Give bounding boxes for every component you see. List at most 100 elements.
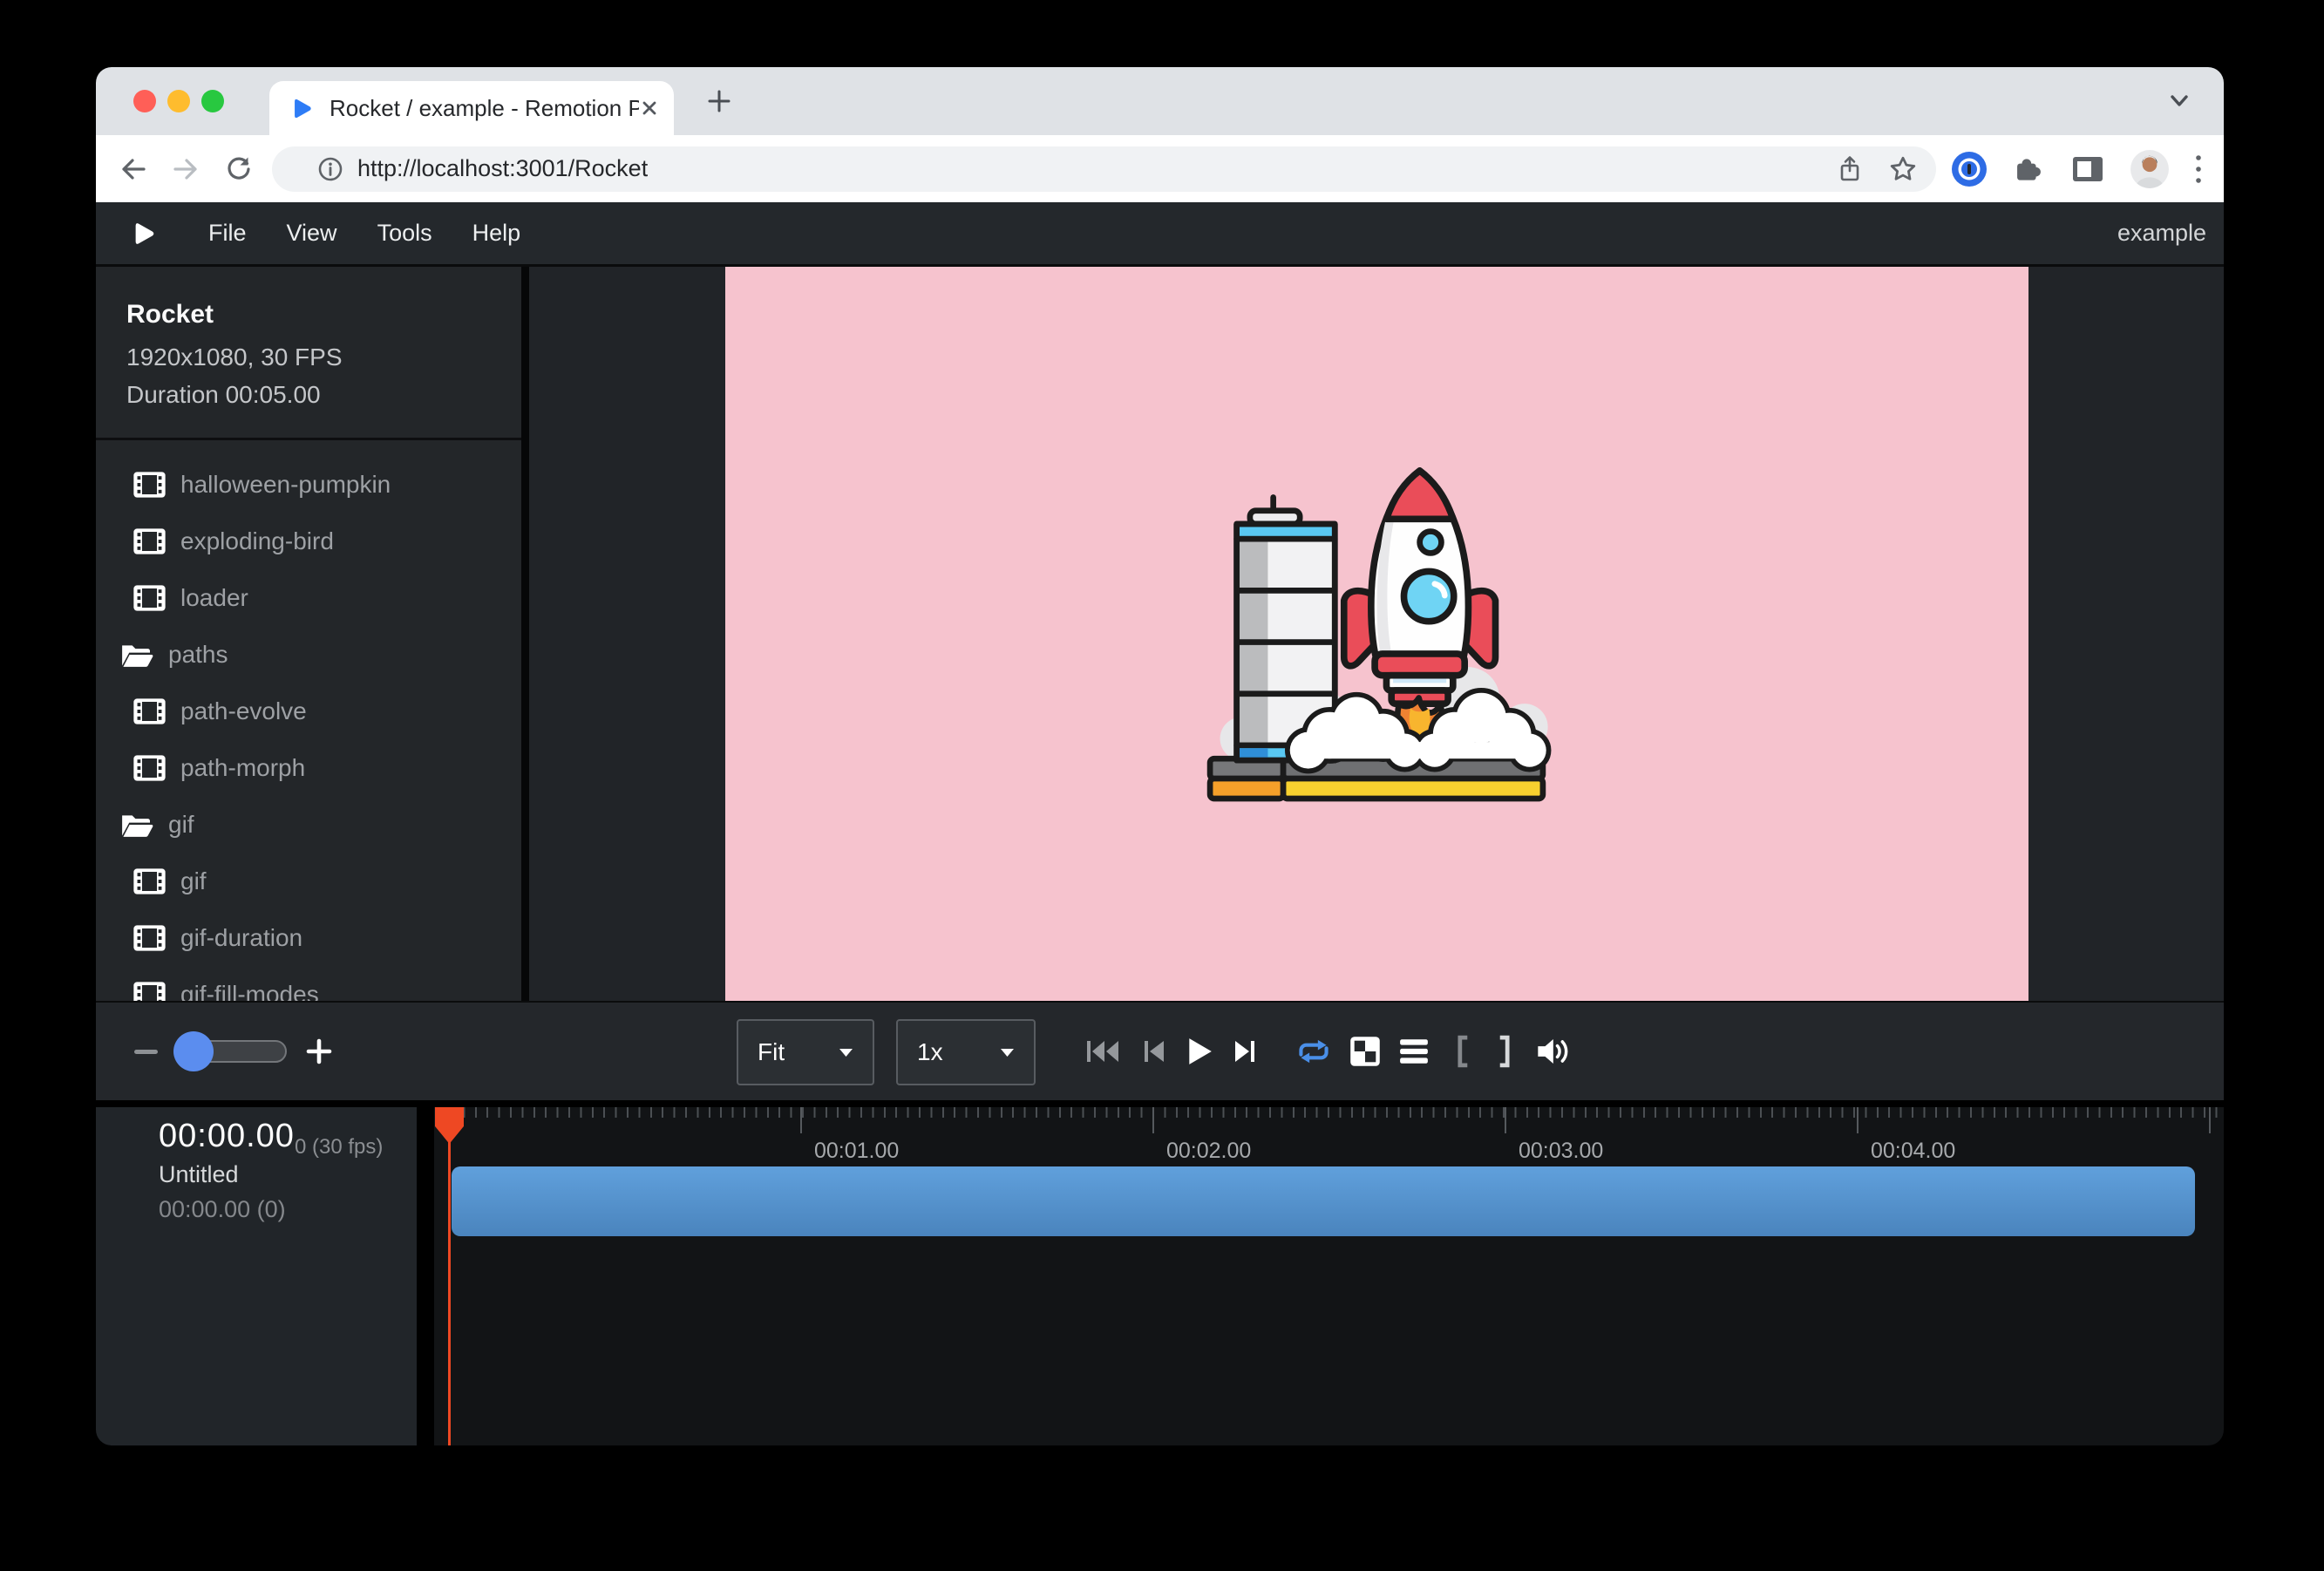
film-icon <box>133 585 166 611</box>
film-icon <box>133 755 166 781</box>
sidebar-item-loader[interactable]: loader <box>96 569 521 626</box>
rocket-illustration <box>1193 459 1560 809</box>
sidebar-item-gif-duration[interactable]: gif-duration <box>96 909 521 966</box>
next-frame-button[interactable] <box>1233 1038 1259 1064</box>
zoom-out-icon[interactable] <box>134 1050 158 1054</box>
zoom-window-button[interactable] <box>201 90 224 112</box>
back-icon[interactable] <box>119 154 148 184</box>
address-bar[interactable]: http://localhost:3001/Rocket <box>272 146 1936 192</box>
site-info-icon[interactable] <box>317 156 343 182</box>
sidebar-folder-paths[interactable]: paths <box>96 626 521 683</box>
film-icon <box>133 472 166 498</box>
minimize-window-button[interactable] <box>167 90 190 112</box>
bookmark-star-icon[interactable] <box>1889 155 1917 183</box>
menu-tools[interactable]: Tools <box>357 220 452 247</box>
zoom-slider[interactable] <box>177 1040 287 1063</box>
close-tab-icon[interactable] <box>639 98 660 119</box>
sidebar-item-label: halloween-pumpkin <box>180 471 391 499</box>
url-text[interactable]: http://localhost:3001/Rocket <box>357 155 648 182</box>
composition-duration: Duration 00:05.00 <box>126 381 504 409</box>
sidebar-item-label: paths <box>168 641 228 669</box>
chevron-down-icon <box>839 1048 853 1058</box>
preview-stage <box>529 267 2224 1001</box>
toolbar-extensions <box>1950 149 2203 189</box>
zoom-slider-knob[interactable] <box>173 1031 214 1071</box>
forward-icon[interactable] <box>171 154 200 184</box>
menu-file[interactable]: File <box>188 220 267 247</box>
active-tab[interactable]: Rocket / example - Remotion P <box>269 81 674 135</box>
ruler-label: 00:02.00 <box>1166 1139 1251 1164</box>
tab-search-chevron-icon[interactable] <box>2170 95 2189 107</box>
sidebar-item-label: gif-fill-modes <box>180 981 319 1002</box>
remotion-logo-icon <box>131 221 157 247</box>
tab-strip: Rocket / example - Remotion P <box>96 67 2224 135</box>
password-manager-icon[interactable] <box>1950 150 1988 188</box>
playhead-pin[interactable] <box>435 1107 464 1144</box>
sidebar-item-label: gif-duration <box>180 924 302 952</box>
ruler-label: 00:03.00 <box>1519 1139 1603 1164</box>
loop-toggle-icon[interactable] <box>1295 1037 1332 1066</box>
ruler-label: 00:04.00 <box>1871 1139 1955 1164</box>
reload-icon[interactable] <box>223 154 253 184</box>
skip-to-start-button[interactable] <box>1084 1038 1121 1064</box>
sidebar-divider[interactable] <box>521 267 529 1001</box>
timeline-panel: 00:00.00 0 (30 fps) Untitled 00:00.00 (0… <box>96 1107 2224 1445</box>
timeline-track-area[interactable]: 00:01.00 00:02.00 00:03.00 00:04.00 <box>434 1107 2224 1445</box>
sidebar-item-gif-fill-modes[interactable]: gif-fill-modes <box>96 966 521 1001</box>
remotion-favicon-icon <box>290 97 314 120</box>
video-canvas <box>725 267 2028 1001</box>
horizontal-divider <box>96 1100 2224 1107</box>
current-frame-label: 0 (30 fps) <box>295 1135 383 1160</box>
film-icon <box>133 982 166 1002</box>
sidebar-folder-gif[interactable]: gif <box>96 796 521 853</box>
ruler-second-ticks[interactable] <box>800 1107 2224 1133</box>
profile-avatar[interactable] <box>2130 149 2170 189</box>
film-icon <box>133 698 166 724</box>
ruler-label: 00:01.00 <box>814 1139 899 1164</box>
sequence-track-bar[interactable] <box>452 1166 2195 1236</box>
play-button[interactable] <box>1186 1037 1213 1066</box>
composition-list: halloween-pumpkin exploding-bird loader … <box>96 440 521 1001</box>
remotion-menubar: File View Tools Help example <box>96 202 2224 267</box>
sidebar-item-gif[interactable]: gif <box>96 853 521 909</box>
current-timecode: 00:00.00 <box>159 1118 295 1155</box>
compositions-sidebar: Rocket 1920x1080, 30 FPS Duration 00:05.… <box>96 267 521 1001</box>
playhead-line[interactable] <box>448 1107 451 1445</box>
sidebar-item-exploding-bird[interactable]: exploding-bird <box>96 513 521 569</box>
in-point-bracket-icon[interactable] <box>1455 1035 1471 1068</box>
sidebar-item-label: gif <box>168 811 194 839</box>
extensions-puzzle-icon[interactable] <box>2013 153 2046 186</box>
project-name-label: example <box>2117 220 2206 247</box>
sidebar-item-halloween-pumpkin[interactable]: halloween-pumpkin <box>96 456 521 513</box>
traffic-lights <box>133 90 224 112</box>
close-window-button[interactable] <box>133 90 156 112</box>
sidebar-item-path-morph[interactable]: path-morph <box>96 739 521 796</box>
menu-help[interactable]: Help <box>452 220 541 247</box>
playback-rate-value: 1x <box>917 1038 943 1066</box>
playback-rate-dropdown[interactable]: 1x <box>896 1019 1036 1085</box>
timeline-info-panel: 00:00.00 0 (30 fps) Untitled 00:00.00 (0… <box>96 1107 417 1445</box>
sidebar-item-path-evolve[interactable]: path-evolve <box>96 683 521 739</box>
open-folder-icon <box>120 812 153 838</box>
tab-title: Rocket / example - Remotion P <box>330 95 639 122</box>
timeline-rows-icon[interactable] <box>1398 1037 1430 1065</box>
track-duration: 00:00.00 (0) <box>159 1196 286 1223</box>
size-dropdown[interactable]: Fit <box>737 1019 874 1085</box>
sidebar-item-label: exploding-bird <box>180 527 334 555</box>
new-tab-button[interactable] <box>706 88 732 114</box>
side-panel-icon[interactable] <box>2070 152 2105 187</box>
timeline-divider <box>417 1107 434 1445</box>
volume-icon[interactable] <box>1536 1036 1573 1067</box>
menu-view[interactable]: View <box>267 220 357 247</box>
chevron-down-icon <box>1000 1048 1015 1058</box>
browser-menu-dots-icon[interactable] <box>2194 153 2203 186</box>
composition-info: Rocket 1920x1080, 30 FPS Duration 00:05.… <box>96 267 521 440</box>
previous-frame-button[interactable] <box>1140 1038 1166 1064</box>
film-icon <box>133 925 166 951</box>
transparency-checkerboard-icon[interactable] <box>1349 1035 1382 1068</box>
main-area: Rocket 1920x1080, 30 FPS Duration 00:05.… <box>96 267 2224 1001</box>
preview-controls-bar: Fit 1x <box>96 1001 2224 1100</box>
share-icon[interactable] <box>1837 155 1863 183</box>
out-point-bracket-icon[interactable] <box>1497 1035 1512 1068</box>
zoom-in-icon[interactable] <box>306 1038 332 1064</box>
